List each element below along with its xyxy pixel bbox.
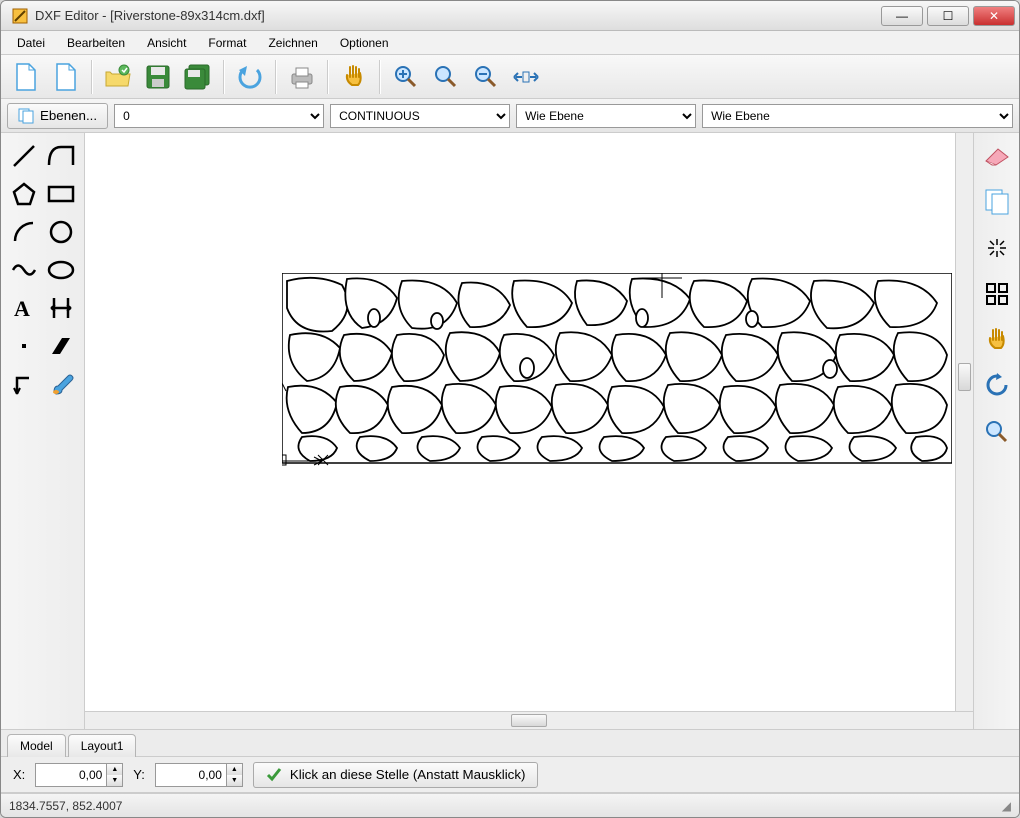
tab-model[interactable]: Model (7, 734, 66, 757)
arc-tool[interactable] (5, 213, 43, 251)
linetype-select[interactable]: CONTINUOUS (330, 104, 510, 128)
click-here-label: Klick an diese Stelle (Anstatt Mausklick… (290, 767, 526, 782)
drawing-content (282, 273, 952, 463)
ellipse-tool[interactable] (43, 251, 81, 289)
undo-button[interactable] (231, 59, 269, 95)
coordinate-bar: X: ▲▼ Y: ▲▼ Klick an diese Stelle (Ansta… (1, 757, 1019, 793)
layers-button-label: Ebenen... (40, 108, 97, 123)
save-all-button[interactable] (179, 59, 217, 95)
click-here-button[interactable]: Klick an diese Stelle (Anstatt Mausklick… (253, 762, 539, 788)
rectangle-tool[interactable] (43, 175, 81, 213)
x-label: X: (13, 767, 25, 782)
zoom-out-button[interactable] (467, 59, 505, 95)
x-input[interactable] (35, 763, 107, 787)
app-window: DXF Editor - [Riverstone-89x314cm.dxf] —… (0, 0, 1020, 818)
layout-tabs: Model Layout1 (1, 729, 1019, 757)
menu-optionen[interactable]: Optionen (330, 34, 399, 52)
y-spinner[interactable]: ▲▼ (227, 763, 243, 787)
layers-icon (18, 108, 34, 124)
check-icon (266, 767, 282, 783)
maximize-button[interactable]: ☐ (927, 6, 969, 26)
zoom-extents-button[interactable] (507, 59, 545, 95)
open-button[interactable] (99, 59, 137, 95)
explode-tool[interactable] (980, 231, 1014, 265)
new-file-2-button[interactable] (47, 59, 85, 95)
pan-button[interactable] (335, 59, 373, 95)
menu-bearbeiten[interactable]: Bearbeiten (57, 34, 135, 52)
array-tool[interactable] (980, 277, 1014, 311)
main-toolbar (1, 55, 1019, 99)
menu-ansicht[interactable]: Ansicht (137, 34, 196, 52)
canvas-wrap (85, 133, 973, 729)
window-title: DXF Editor - [Riverstone-89x314cm.dxf] (35, 8, 881, 23)
eraser-tool[interactable] (980, 139, 1014, 173)
menu-zeichnen[interactable]: Zeichnen (258, 34, 327, 52)
y-label: Y: (133, 767, 145, 782)
y-input[interactable] (155, 763, 227, 787)
close-button[interactable]: ✕ (973, 6, 1015, 26)
brush-tool[interactable] (43, 365, 81, 403)
text-tool[interactable]: A (5, 289, 43, 327)
spline-tool[interactable] (5, 251, 43, 289)
minimize-button[interactable]: — (881, 6, 923, 26)
polyline-tool[interactable] (43, 137, 81, 175)
dimension-tool[interactable] (43, 289, 81, 327)
color-select[interactable]: Wie Ebene (516, 104, 696, 128)
status-bar: 1834.7557, 852.4007 ◢ (1, 793, 1019, 817)
point-tool[interactable] (5, 327, 43, 365)
main-area: A (1, 133, 1019, 729)
menu-datei[interactable]: Datei (7, 34, 55, 52)
tab-layout1[interactable]: Layout1 (68, 734, 137, 757)
status-coords: 1834.7557, 852.4007 (9, 799, 122, 813)
modify-toolbar (973, 133, 1019, 729)
resize-grip[interactable]: ◢ (1002, 799, 1011, 813)
hscroll-thumb[interactable] (511, 714, 547, 727)
x-spinner[interactable]: ▲▼ (107, 763, 123, 787)
rotate-tool[interactable] (980, 369, 1014, 403)
app-icon (11, 7, 29, 25)
print-button[interactable] (283, 59, 321, 95)
draw-toolbar: A (1, 133, 85, 729)
menu-format[interactable]: Format (198, 34, 256, 52)
solid-tool[interactable] (43, 327, 81, 365)
copy-tool[interactable] (980, 185, 1014, 219)
circle-tool[interactable] (43, 213, 81, 251)
horizontal-scrollbar[interactable] (85, 711, 973, 729)
drawing-canvas[interactable] (85, 133, 955, 711)
line-tool[interactable] (5, 137, 43, 175)
svg-text:A: A (14, 296, 30, 321)
zoom-button[interactable] (427, 59, 465, 95)
vertical-scrollbar[interactable] (955, 133, 973, 711)
lineweight-select[interactable]: Wie Ebene (702, 104, 1013, 128)
save-button[interactable] (139, 59, 177, 95)
window-controls: — ☐ ✕ (881, 6, 1015, 26)
polygon-tool[interactable] (5, 175, 43, 213)
property-bar: Ebenen... 0 CONTINUOUS Wie Ebene Wie Ebe… (1, 99, 1019, 133)
zoom-tool[interactable] (980, 415, 1014, 449)
zoom-in-button[interactable] (387, 59, 425, 95)
leader-tool[interactable] (5, 365, 43, 403)
new-file-button[interactable] (7, 59, 45, 95)
move-tool[interactable] (980, 323, 1014, 357)
layers-button[interactable]: Ebenen... (7, 103, 108, 129)
menu-bar: Datei Bearbeiten Ansicht Format Zeichnen… (1, 31, 1019, 55)
title-bar: DXF Editor - [Riverstone-89x314cm.dxf] —… (1, 1, 1019, 31)
layer-select[interactable]: 0 (114, 104, 324, 128)
vscroll-thumb[interactable] (958, 363, 971, 391)
